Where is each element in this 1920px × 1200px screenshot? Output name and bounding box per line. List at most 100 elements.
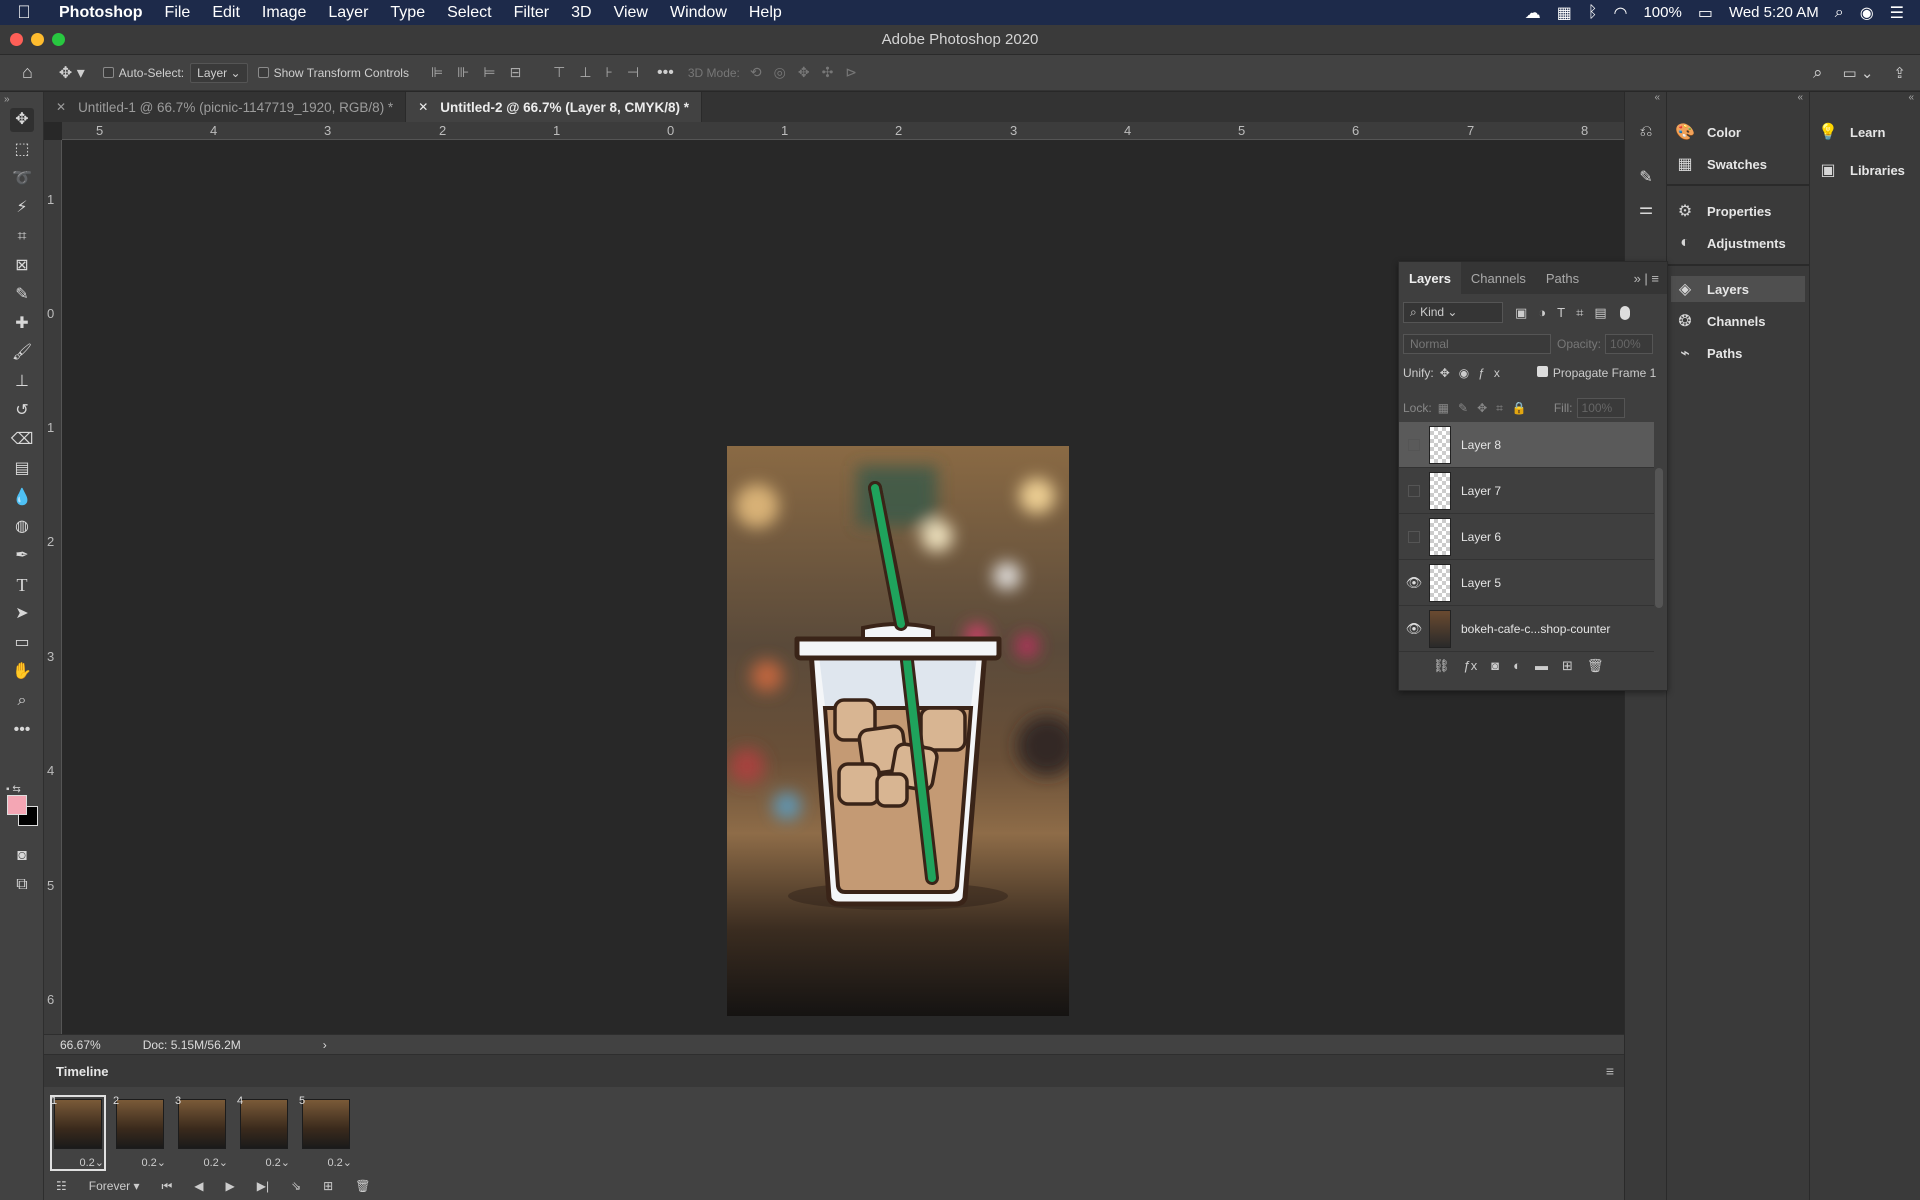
gradient-tool-icon[interactable]: ▤ xyxy=(10,457,34,481)
collapse-dock-icon[interactable]: « xyxy=(1908,92,1914,103)
timeline-frame[interactable]: 2 0.2⌄ xyxy=(112,1095,168,1171)
layer-row[interactable]: 👁 bokeh-cafe-c...shop-counter xyxy=(1399,606,1654,652)
tween-icon[interactable]: ⇘ xyxy=(291,1179,301,1193)
layer-row[interactable]: Layer 7 xyxy=(1399,468,1654,514)
timeline-frame[interactable]: 1 0.2⌄ xyxy=(50,1095,106,1171)
clock[interactable]: Wed 5:20 AM xyxy=(1729,4,1819,21)
type-tool-icon[interactable]: T xyxy=(10,573,34,597)
collapse-toolbar-icon[interactable]: » xyxy=(4,94,10,105)
zoom-window-button[interactable] xyxy=(52,33,65,46)
delete-frame-icon[interactable]: 🗑 xyxy=(355,1179,370,1193)
layer-name[interactable]: bokeh-cafe-c...shop-counter xyxy=(1461,622,1610,636)
visibility-toggle[interactable] xyxy=(1408,484,1420,497)
tab-channels[interactable]: Channels xyxy=(1461,262,1536,294)
frame-delay[interactable]: 0.2⌄ xyxy=(265,1156,290,1169)
hand-tool-icon[interactable]: ✋ xyxy=(10,660,34,684)
swatches-panel-button[interactable]: ▦ Swatches xyxy=(1675,151,1767,177)
bluetooth-icon[interactable]: ᛒ xyxy=(1588,4,1598,22)
swap-colors-icon[interactable]: ▪ ⇆ xyxy=(6,784,36,795)
tab-paths[interactable]: Paths xyxy=(1536,262,1589,294)
libraries-panel-button[interactable]: ▣ Libraries xyxy=(1818,157,1904,183)
menu-file[interactable]: File xyxy=(154,4,202,22)
menu-filter[interactable]: Filter xyxy=(503,4,561,22)
siri-icon[interactable]: ◉ xyxy=(1860,3,1874,23)
path-selection-tool-icon[interactable]: ➤ xyxy=(10,602,34,626)
eraser-tool-icon[interactable]: ⌫ xyxy=(10,428,34,452)
menu-edit[interactable]: Edit xyxy=(201,4,251,22)
close-window-button[interactable] xyxy=(10,33,23,46)
wifi-icon[interactable]: ◠ xyxy=(1613,3,1627,23)
move-tool-icon[interactable]: ✥ xyxy=(10,108,34,132)
zoom-level[interactable]: 66.67% xyxy=(60,1038,101,1052)
layer-name[interactable]: Layer 7 xyxy=(1461,484,1501,498)
play-icon[interactable]: ▶ xyxy=(226,1179,235,1193)
vertical-ruler[interactable]: 1 0 1 2 3 4 5 6 xyxy=(44,140,62,1035)
link-layers-icon[interactable]: ⛓ xyxy=(1433,658,1450,674)
show-transform-controls-checkbox[interactable]: Show Transform Controls xyxy=(257,66,409,80)
menu-help[interactable]: Help xyxy=(738,4,793,22)
menu-view[interactable]: View xyxy=(603,4,659,22)
document-canvas[interactable] xyxy=(727,446,1069,1016)
timeline-title[interactable]: Timeline xyxy=(56,1064,109,1079)
menu-type[interactable]: Type xyxy=(379,4,436,22)
move-tool-preset-icon[interactable]: ✥ ▾ xyxy=(59,63,85,83)
eye-icon[interactable]: 👁 xyxy=(1399,621,1429,637)
brush-settings-panel-icon[interactable]: ⚌ xyxy=(1634,198,1658,222)
adjustment-layer-icon[interactable]: ◐ xyxy=(1513,658,1521,674)
clone-stamp-tool-icon[interactable]: ⊥ xyxy=(10,370,34,394)
healing-brush-tool-icon[interactable]: ✚ xyxy=(10,312,34,336)
foreground-color-swatch[interactable] xyxy=(7,795,27,815)
layer-name[interactable]: Layer 6 xyxy=(1461,530,1501,544)
share-icon[interactable]: ⇪ xyxy=(1893,64,1906,82)
3d-mode-icons[interactable]: ⟲◎✥✣⊳ xyxy=(750,64,869,81)
screen-mode-icon[interactable]: ⧉ xyxy=(10,873,34,897)
apple-menu-icon[interactable]:  xyxy=(0,2,48,23)
tab-untitled-2[interactable]: ✕ Untitled-2 @ 66.7% (Layer 8, CMYK/8) * xyxy=(406,92,702,122)
close-tab-icon[interactable]: ✕ xyxy=(418,100,428,114)
layer-name[interactable]: Layer 5 xyxy=(1461,576,1501,590)
delete-layer-icon[interactable]: 🗑 xyxy=(1587,658,1604,674)
pen-tool-icon[interactable]: ✒ xyxy=(10,544,34,568)
adjustments-panel-button[interactable]: ◐ Adjustments xyxy=(1675,230,1786,256)
creative-cloud-icon[interactable]: ☁ xyxy=(1525,3,1541,23)
dodge-tool-icon[interactable]: ◍ xyxy=(10,515,34,539)
brushes-panel-icon[interactable]: ✎ xyxy=(1634,166,1658,190)
previous-frame-icon[interactable]: ◀ xyxy=(194,1179,203,1193)
menu-3d[interactable]: 3D xyxy=(560,4,602,22)
layers-panel-button[interactable]: ◈ Layers xyxy=(1671,276,1805,302)
unify-icons[interactable]: ✥◉ƒx xyxy=(1440,366,1509,380)
blur-tool-icon[interactable]: 💧 xyxy=(10,486,34,510)
workspace-icon[interactable]: ▭ ⌄ xyxy=(1843,64,1874,82)
first-frame-icon[interactable]: ⏮ xyxy=(161,1179,172,1194)
menu-image[interactable]: Image xyxy=(251,4,317,22)
close-tab-icon[interactable]: ✕ xyxy=(56,100,66,114)
frame-delay[interactable]: 0.2⌄ xyxy=(327,1156,352,1169)
timeline-frame[interactable]: 3 0.2⌄ xyxy=(174,1095,230,1171)
layer-row[interactable]: Layer 6 xyxy=(1399,514,1654,560)
frame-tool-icon[interactable]: ⊠ xyxy=(10,254,34,278)
timeline-frame[interactable]: 5 0.2⌄ xyxy=(298,1095,354,1171)
menu-layer[interactable]: Layer xyxy=(317,4,379,22)
marquee-tool-icon[interactable]: ⬚ xyxy=(10,138,34,162)
magic-wand-tool-icon[interactable]: ⚡ xyxy=(10,196,34,220)
lock-icons[interactable]: ▦✎✥⌗🔒 xyxy=(1438,401,1536,416)
filter-toggle[interactable] xyxy=(1619,305,1630,320)
add-mask-icon[interactable]: ◙ xyxy=(1491,658,1499,674)
tab-untitled-1[interactable]: ✕ Untitled-1 @ 66.7% (picnic-1147719_192… xyxy=(44,92,407,122)
eye-icon[interactable]: 👁 xyxy=(1399,575,1429,591)
filter-type-icons[interactable]: ▣◑T⌗▤ xyxy=(1515,305,1618,321)
layer-row[interactable]: Layer 8 xyxy=(1399,422,1654,468)
layers-scrollbar[interactable] xyxy=(1655,468,1663,608)
color-panel-button[interactable]: 🎨 Color xyxy=(1675,119,1741,145)
channels-panel-button[interactable]: ❂ Channels xyxy=(1675,308,1765,334)
frame-delay[interactable]: 0.2⌄ xyxy=(203,1156,228,1169)
battery-percent[interactable]: 100% xyxy=(1643,4,1681,21)
history-brush-tool-icon[interactable]: ↺ xyxy=(10,399,34,423)
layer-name[interactable]: Layer 8 xyxy=(1461,438,1501,452)
opacity-input[interactable]: 100% xyxy=(1605,334,1654,354)
zoom-tool-icon[interactable]: ⌕ xyxy=(10,689,34,713)
convert-timeline-icon[interactable]: ☷ xyxy=(56,1179,67,1193)
learn-panel-button[interactable]: 💡 Learn xyxy=(1818,119,1885,145)
next-frame-icon[interactable]: ▶| xyxy=(257,1179,269,1193)
status-menu-arrow[interactable]: › xyxy=(323,1038,327,1052)
